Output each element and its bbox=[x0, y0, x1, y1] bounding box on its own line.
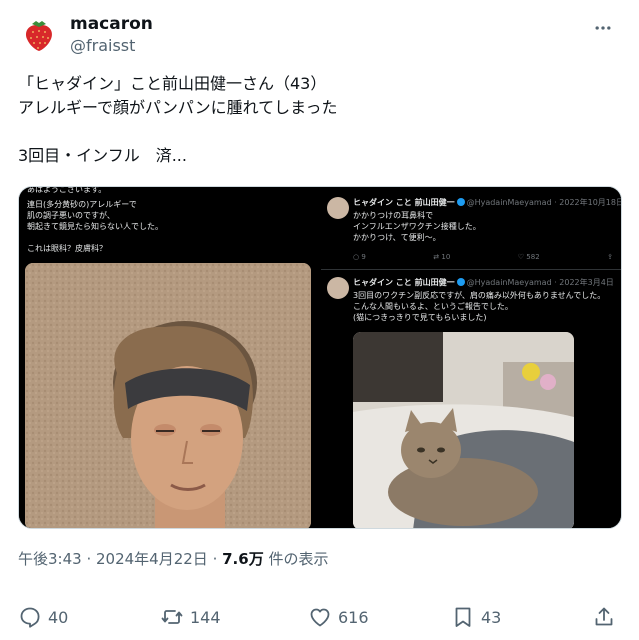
tweet-text: 「ヒャダイン」こと前山田健一さん（43） アレルギーで顔がパンパンに腫れてしまっ… bbox=[18, 74, 338, 165]
share-icon bbox=[595, 607, 613, 626]
left-screenshot-text: あはようございます。 連日(多分黄砂の)アレルギーで 肌の調子悪いのですが、 朝… bbox=[27, 187, 312, 254]
media-left-screenshot[interactable]: あはようございます。 連日(多分黄砂の)アレルギーで 肌の調子悪いのですが、 朝… bbox=[19, 187, 319, 528]
quoted-line: (猫につきっきりで見てもらいました) bbox=[353, 313, 487, 322]
quoted-actions: ○ 9 ⇄ 10 ♡ 582 ⇪ bbox=[353, 253, 613, 261]
display-name[interactable]: macaron bbox=[70, 14, 153, 34]
bookmark-button[interactable]: 43 bbox=[451, 602, 501, 632]
avatar[interactable] bbox=[18, 12, 60, 54]
quoted-name: ヒャダイン こと 前山田健一 bbox=[353, 278, 455, 287]
cat-illustration bbox=[353, 332, 574, 528]
left-text-line: 肌の調子悪いのですが、 bbox=[27, 211, 115, 220]
share-button[interactable] bbox=[592, 602, 616, 632]
reply-button[interactable]: 40 bbox=[18, 602, 68, 632]
left-text-line: 連日(多分黄砂の)アレルギーで bbox=[27, 200, 137, 209]
quoted-replies: ○ 9 bbox=[353, 253, 366, 261]
verified-icon bbox=[456, 278, 465, 286]
quoted-avatar bbox=[327, 197, 349, 219]
tweet-date[interactable]: 2024年4月22日 bbox=[96, 550, 208, 568]
left-text-line: これは眼科？皮膚科？ bbox=[27, 244, 107, 253]
quoted-body: かかりつけの耳鼻科で インフルエンザワクチン接種した。 かかりつけ、て便利〜。 bbox=[353, 210, 615, 243]
user-handle[interactable]: @fraisst bbox=[70, 35, 153, 57]
quoted-retweets: ⇄ 10 bbox=[433, 253, 451, 261]
more-icon bbox=[595, 26, 611, 30]
tweet-header: macaron @fraisst bbox=[18, 12, 621, 60]
quoted-avatar bbox=[327, 277, 349, 299]
tweet-meta: 午後3:43 · 2024年4月22日 · 7.6万 件の表示 bbox=[18, 548, 328, 570]
bookmark-icon bbox=[455, 607, 471, 627]
quoted-line: 3回目のワクチン副反応ですが、肩の痛み以外何もありませんでした。 bbox=[353, 291, 606, 300]
selfie-illustration bbox=[25, 263, 311, 528]
verified-icon bbox=[456, 198, 465, 206]
retweet-count: 144 bbox=[190, 607, 221, 627]
quoted-line: かかりつけの耳鼻科で bbox=[353, 211, 434, 220]
bookmark-count: 43 bbox=[481, 607, 502, 627]
quoted-line: こんな人間もいるよ、というご報告でした。 bbox=[353, 302, 513, 311]
quoted-share-icon: ⇪ bbox=[607, 253, 613, 261]
quoted-meta: @HyadainMaeyamad · 2022年10月18日 bbox=[466, 198, 622, 207]
like-icon bbox=[310, 608, 330, 627]
divider bbox=[321, 269, 621, 270]
views-label: 件の表示 bbox=[263, 550, 329, 568]
quoted-header: ヒャダイン こと 前山田健一 @HyadainMaeyamad · 2022年3月… bbox=[353, 277, 614, 288]
strawberry-avatar-icon bbox=[18, 12, 60, 54]
like-button[interactable]: 616 bbox=[308, 602, 369, 632]
cat-photo bbox=[353, 332, 574, 528]
retweet-icon bbox=[161, 610, 183, 624]
quoted-name: ヒャダイン こと 前山田健一 bbox=[353, 198, 455, 207]
reply-count: 40 bbox=[48, 607, 69, 627]
more-button[interactable] bbox=[591, 16, 615, 40]
action-bar: 40 144 616 43 bbox=[18, 602, 623, 632]
quoted-likes: ♡ 582 bbox=[517, 253, 540, 261]
quoted-line: インフルエンザワクチン接種した。 bbox=[353, 222, 481, 231]
like-count: 616 bbox=[338, 607, 369, 627]
left-text-line: あはようございます。 bbox=[27, 187, 107, 194]
reply-icon bbox=[20, 607, 40, 628]
left-text-line: 朝起きて鏡見たら知らない人でした。 bbox=[27, 222, 163, 231]
retweet-button[interactable]: 144 bbox=[160, 602, 221, 632]
selfie-photo bbox=[25, 263, 311, 528]
meta-separator: · bbox=[81, 550, 96, 568]
media-right-screenshot[interactable]: ヒャダイン こと 前山田健一 @HyadainMaeyamad · 2022年10… bbox=[321, 187, 622, 528]
tweet-time[interactable]: 午後3:43 bbox=[18, 550, 82, 568]
quoted-body: 3回目のワクチン副反応ですが、肩の痛み以外何もありませんでした。 こんな人間もい… bbox=[353, 290, 615, 323]
views-count: 7.6万 bbox=[222, 550, 264, 568]
meta-separator: · bbox=[207, 550, 223, 568]
tweet-media[interactable]: あはようございます。 連日(多分黄砂の)アレルギーで 肌の調子悪いのですが、 朝… bbox=[18, 186, 622, 529]
quoted-meta: @HyadainMaeyamad · 2022年3月4日 bbox=[466, 278, 614, 287]
quoted-header: ヒャダイン こと 前山田健一 @HyadainMaeyamad · 2022年10… bbox=[353, 197, 622, 208]
quoted-line: かかりつけ、て便利〜。 bbox=[353, 233, 441, 242]
